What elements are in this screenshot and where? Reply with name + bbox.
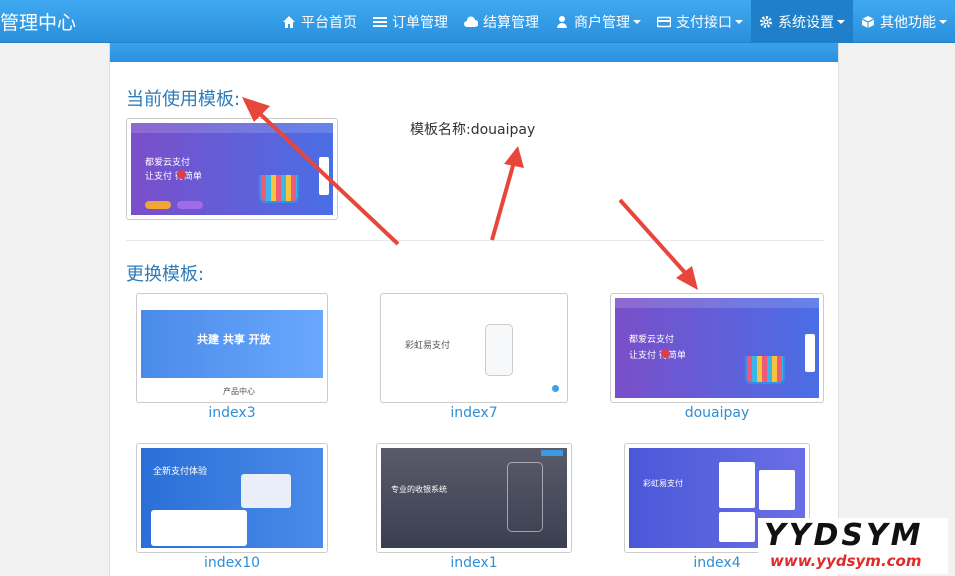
preview-side-toolbar — [319, 157, 329, 195]
thumb-index4-card-2 — [759, 470, 795, 510]
preview-button-2 — [177, 201, 203, 209]
gear-icon — [760, 15, 772, 28]
user-icon — [557, 15, 567, 28]
thumb-index4-card-1 — [719, 462, 755, 508]
template-label-index10[interactable]: index10 — [136, 555, 328, 571]
nav-system-settings-label: 系统设置 — [778, 14, 834, 31]
thumb-douaipay-side-toolbar — [805, 334, 815, 372]
thumb-index1-inner: 专业的收银系统 — [381, 448, 567, 548]
nav-other-label: 其他功能 — [880, 14, 936, 31]
top-navbar: 管理中心 平台首页 订单管理 结算管理 商户管理 支付接口 系统设置 其他功能 — [0, 0, 955, 43]
thumb-douaipay-navbar — [615, 298, 819, 308]
template-label-douaipay[interactable]: douaipay — [610, 405, 824, 421]
payment-logos-card — [151, 510, 247, 546]
laptop-illustration — [241, 474, 291, 508]
template-name-label: 模板名称:douaipay — [410, 122, 536, 138]
cart-illustration — [745, 356, 785, 384]
heart-icon — [661, 349, 670, 358]
change-template-title: 更换模板: — [126, 264, 205, 285]
preview-line1: 都爱云支付 — [145, 158, 191, 168]
template-thumb-douaipay[interactable]: 都爱云支付 让支付 得简单 — [610, 293, 824, 403]
thumb-index4-card-3 — [719, 512, 755, 542]
preview-navbar — [131, 123, 333, 133]
section-divider — [126, 240, 824, 241]
thumb-index10-inner: 全新支付体验 — [141, 448, 323, 548]
main-nav: 平台首页 订单管理 结算管理 商户管理 支付接口 系统设置 其他功能 — [274, 0, 955, 43]
nav-orders-label: 订单管理 — [392, 14, 448, 31]
thumb-index3-banner-text: 共建 共享 开放 — [197, 333, 271, 346]
template-panel: 当前使用模板: 都爱云支付 让支付 得简单 模板名称:douaipay 更换模板… — [109, 43, 839, 576]
nav-payment[interactable]: 支付接口 — [649, 0, 751, 43]
chevron-down-icon — [939, 19, 947, 24]
card-icon — [657, 16, 671, 27]
thumb-index3-inner: 共建 共享 开放 产品中心 — [141, 298, 323, 398]
chevron-down-icon — [735, 19, 743, 24]
chat-icon — [552, 385, 559, 392]
heart-icon — [177, 170, 186, 179]
thumb-index1-button — [541, 450, 563, 456]
home-icon — [283, 15, 295, 28]
chevron-down-icon — [633, 19, 641, 24]
current-template-title: 当前使用模板: — [126, 89, 241, 110]
thumb-index1-heading: 专业的收银系统 — [391, 485, 447, 494]
template-thumb-index7[interactable]: 彩虹易支付 — [380, 293, 568, 403]
thumb-index7-heading: 彩虹易支付 — [405, 341, 451, 351]
nav-payment-label: 支付接口 — [676, 14, 732, 31]
nav-settlement-label: 结算管理 — [483, 14, 539, 31]
panel-header — [110, 43, 838, 62]
nav-orders[interactable]: 订单管理 — [365, 0, 456, 43]
cube-icon — [861, 15, 875, 28]
nav-other[interactable]: 其他功能 — [853, 0, 955, 43]
template-thumb-index3[interactable]: 共建 共享 开放 产品中心 — [136, 293, 328, 403]
template-label-index1[interactable]: index1 — [376, 555, 572, 571]
nav-home-label: 平台首页 — [301, 14, 357, 31]
thumb-index7-inner: 彩虹易支付 — [385, 298, 563, 398]
thumb-index10-heading: 全新支付体验 — [153, 467, 208, 477]
thumb-douaipay-line1: 都爱云支付 — [629, 335, 675, 345]
watermark-text: YYDSYM — [764, 518, 924, 553]
watermark-logo: YYDSYM www.yydsym.com — [758, 518, 948, 574]
nav-settlement[interactable]: 结算管理 — [456, 0, 547, 43]
template-thumb-index10[interactable]: 全新支付体验 — [136, 443, 328, 553]
watermark-url: www.yydsym.com — [770, 552, 922, 570]
preview-button-1 — [145, 201, 171, 209]
preview-line2: 让支付 得简单 — [145, 172, 202, 182]
template-label-index3[interactable]: index3 — [136, 405, 328, 421]
thumb-index3-sub: 产品中心 — [223, 387, 255, 396]
brand-title[interactable]: 管理中心 — [0, 8, 76, 35]
nav-system-settings[interactable]: 系统设置 — [751, 0, 853, 43]
preview-banner: 都爱云支付 让支付 得简单 — [131, 123, 333, 215]
nav-merchants[interactable]: 商户管理 — [547, 0, 649, 43]
chevron-down-icon — [837, 19, 845, 24]
phone-illustration — [485, 324, 513, 376]
template-label-index7[interactable]: index7 — [380, 405, 568, 421]
thumb-douaipay-inner: 都爱云支付 让支付 得简单 — [615, 298, 819, 398]
nav-merchants-label: 商户管理 — [574, 14, 630, 31]
template-thumb-index1[interactable]: 专业的收银系统 — [376, 443, 572, 553]
thumb-douaipay-line2: 让支付 得简单 — [629, 351, 686, 361]
current-template-preview: 都爱云支付 让支付 得简单 — [126, 118, 338, 220]
cart-illustration — [259, 175, 299, 203]
cloud-icon — [464, 16, 478, 27]
phone-illustration — [507, 462, 543, 532]
thumb-index4-heading: 彩虹易支付 — [643, 479, 683, 488]
nav-home[interactable]: 平台首页 — [274, 0, 365, 43]
list-icon — [373, 16, 387, 27]
